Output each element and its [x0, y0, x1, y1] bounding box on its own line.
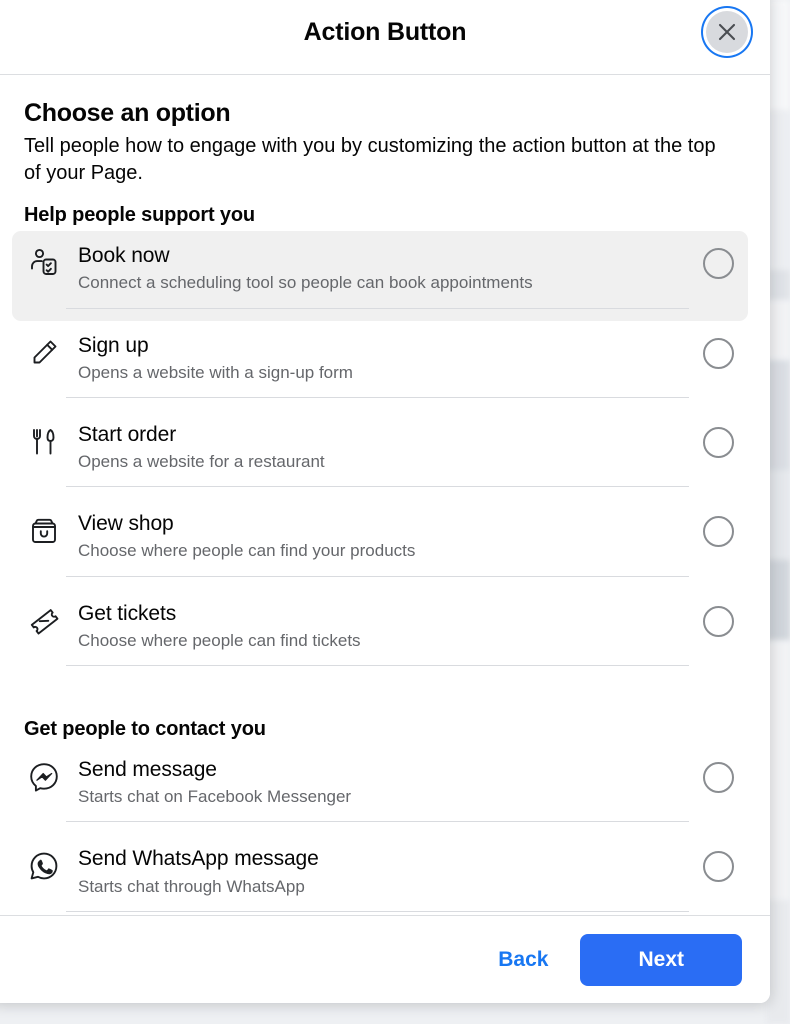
option-title: Send WhatsApp message — [78, 847, 319, 871]
option-description: Opens a website with a sign-up form — [78, 362, 353, 382]
radio-send-whatsapp-message[interactable] — [703, 851, 734, 883]
section-heading-support: Help people support you — [24, 204, 256, 227]
option-title: Send message — [78, 757, 217, 781]
modal-header: Action Button — [0, 0, 770, 75]
messenger-icon — [22, 757, 66, 793]
radio-start-order[interactable] — [703, 426, 734, 458]
radio-send-message[interactable] — [703, 761, 734, 793]
option-description: Choose where people can find your produc… — [78, 541, 416, 561]
intro-block: Choose an option Tell people how to enga… — [0, 75, 770, 186]
section-heading-contact: Get people to contact you — [24, 717, 266, 740]
option-row-view-shop[interactable]: View shop Choose where people can find y… — [12, 499, 748, 588]
intro-description: Tell people how to engage with you by cu… — [24, 135, 716, 184]
person-checklist-icon — [22, 243, 66, 279]
modal-footer: Back Next — [0, 915, 770, 1003]
option-title: View shop — [78, 512, 174, 536]
next-button[interactable]: Next — [580, 933, 742, 986]
option-row-send-whatsapp-message[interactable]: Send WhatsApp message Starts chat throug… — [12, 834, 748, 915]
option-title: Sign up — [78, 333, 149, 357]
option-row-get-tickets[interactable]: Get tickets Choose where people can find… — [12, 589, 748, 678]
action-button-modal: Action Button Choose an option Tell peop… — [0, 0, 770, 1003]
option-description: Opens a website for a restaurant — [78, 452, 325, 472]
option-description: Starts chat through WhatsApp — [78, 876, 305, 896]
radio-get-tickets[interactable] — [703, 605, 734, 637]
option-description: Choose where people can find tickets — [78, 630, 361, 650]
option-group-support: Book now Connect a scheduling tool so pe… — [0, 231, 770, 678]
option-group-contact: Send message Starts chat on Facebook Mes… — [0, 745, 770, 915]
option-text-block: View shop Choose where people can find y… — [66, 511, 689, 577]
option-row-sign-up[interactable]: Sign up Opens a website with a sign-up f… — [12, 321, 748, 410]
fork-knife-icon — [22, 422, 66, 458]
option-description: Connect a scheduling tool so people can … — [78, 273, 533, 293]
close-icon — [716, 21, 738, 43]
option-row-book-now[interactable]: Book now Connect a scheduling tool so pe… — [12, 231, 748, 321]
option-title: Start order — [78, 422, 177, 446]
radio-sign-up[interactable] — [703, 337, 734, 369]
option-text-block: Sign up Opens a website with a sign-up f… — [66, 333, 689, 399]
option-row-send-message[interactable]: Send message Starts chat on Facebook Mes… — [12, 745, 748, 834]
option-text-block: Get tickets Choose where people can find… — [66, 601, 689, 667]
option-text-block: Start order Opens a website for a restau… — [66, 422, 689, 488]
option-text-block: Book now Connect a scheduling tool so pe… — [66, 243, 689, 309]
page-title: Choose an option — [24, 99, 231, 127]
whatsapp-icon — [22, 846, 66, 882]
option-text-block: Send message Starts chat on Facebook Mes… — [66, 757, 689, 823]
back-button[interactable]: Back — [476, 938, 570, 982]
pencil-icon — [22, 333, 66, 369]
close-button[interactable] — [706, 11, 748, 53]
option-title: Get tickets — [78, 601, 177, 625]
option-title: Book now — [78, 244, 170, 268]
modal-title: Action Button — [303, 17, 467, 46]
modal-scroll-body[interactable]: Choose an option Tell people how to enga… — [0, 75, 770, 915]
radio-book-now[interactable] — [703, 248, 734, 280]
ticket-icon — [22, 601, 66, 637]
radio-view-shop[interactable] — [703, 516, 734, 548]
option-description: Starts chat on Facebook Messenger — [78, 787, 352, 807]
option-row-start-order[interactable]: Start order Opens a website for a restau… — [12, 410, 748, 499]
option-text-block: Send WhatsApp message Starts chat throug… — [66, 846, 689, 912]
shopping-bag-icon — [22, 511, 66, 547]
